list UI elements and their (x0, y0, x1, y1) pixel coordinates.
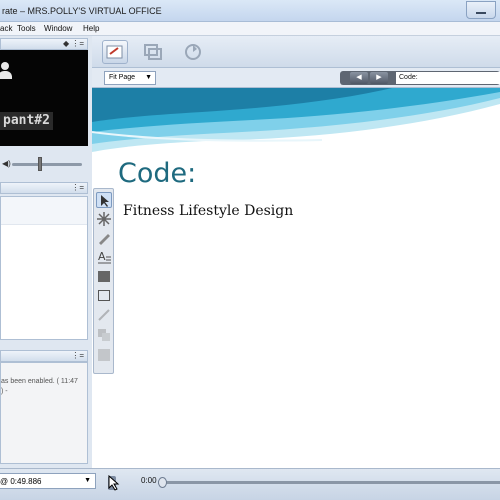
viewer-subbar: Fit Page ▼ ◀ ▶ Code: (92, 68, 500, 88)
text-icon: A (98, 250, 111, 264)
line-icon (98, 309, 110, 321)
line-tool-button[interactable] (96, 307, 112, 323)
mouse-cursor-icon (108, 474, 120, 494)
slide-wave-decoration (92, 88, 500, 152)
menu-item-playback[interactable]: ack (0, 24, 12, 33)
select-tool-button[interactable] (96, 192, 112, 208)
timeline-scrubber[interactable] (158, 477, 167, 488)
filled-rectangle-icon (98, 271, 110, 282)
chevron-down-icon: ▼ (84, 477, 91, 484)
page-title-field[interactable]: Code: (396, 72, 500, 84)
participant-video: pant#2 (0, 50, 88, 146)
svg-text:A: A (98, 250, 106, 263)
web-tour-button[interactable] (180, 40, 206, 64)
next-page-button[interactable]: ▶ (370, 72, 388, 84)
laser-pointer-icon (97, 212, 111, 226)
text-tool-button[interactable]: A (96, 249, 112, 265)
playback-timeline[interactable] (158, 477, 500, 488)
menu-item-window[interactable]: Window (44, 24, 72, 33)
laser-tool-button[interactable] (96, 211, 112, 227)
whiteboard-icon (106, 45, 123, 59)
app-share-button[interactable] (140, 40, 166, 64)
fit-page-select[interactable]: Fit Page ▼ (104, 71, 156, 85)
chat-panel-header: ⋮= (0, 350, 88, 362)
recording-select[interactable]: @ 0:49.886 ▼ (0, 473, 96, 489)
chat-message: as been enabled. ( 11:47 ) - (1, 378, 78, 395)
pointer-icon (101, 195, 109, 207)
whiteboard-button[interactable] (102, 40, 128, 64)
previous-page-button[interactable]: ◀ (350, 72, 368, 84)
participant-name: pant#2 (0, 112, 53, 130)
menu-item-tools[interactable]: Tools (17, 24, 36, 33)
elapsed-time: 0:00 (141, 476, 157, 485)
participant-avatar-icon (0, 62, 14, 80)
web-tour-icon (185, 44, 201, 60)
menu-item-help[interactable]: Help (83, 24, 99, 33)
minimize-button[interactable] (466, 1, 496, 19)
chevron-down-icon: ▼ (145, 74, 152, 81)
panel-options-icon[interactable]: ⋮= (71, 351, 84, 360)
slide-subtitle: Fitness Lifestyle Design (123, 203, 294, 219)
arrange-icon (98, 329, 110, 341)
minimize-icon (476, 12, 486, 14)
speaker-icon: ◀) (2, 159, 11, 168)
video-panel-header: ◆ ⋮= (0, 38, 88, 50)
panel-options-icon[interactable]: ⋮= (71, 183, 84, 192)
chat-history: as been enabled. ( 11:47 ) - (0, 362, 88, 464)
playback-bar: @ 0:49.886 ▼ 0:00 (0, 468, 500, 500)
menu-bar: ack Tools Window Help (0, 22, 500, 36)
pen-tool-button[interactable] (96, 230, 112, 246)
slide-canvas[interactable]: Code: Fitness Lifestyle Design (92, 88, 500, 468)
rectangle-tool-button[interactable] (96, 287, 112, 303)
window-title: rate – MRS.POLLY'S VIRTUAL OFFICE (2, 6, 162, 16)
page-navigation: ◀ ▶ Code: (340, 71, 500, 85)
window-titlebar: rate – MRS.POLLY'S VIRTUAL OFFICE (0, 0, 500, 22)
clear-tool-button[interactable] (96, 347, 112, 363)
app-share-icon (144, 44, 162, 60)
arrange-tool-button[interactable] (96, 327, 112, 343)
panel-options-icon[interactable]: ◆ ⋮= (63, 39, 84, 48)
volume-slider-thumb[interactable] (38, 157, 42, 171)
attendee-list[interactable] (0, 196, 88, 340)
rectangle-icon (98, 290, 110, 301)
attendee-panel-header: ⋮= (0, 182, 88, 194)
content-toolbar (92, 36, 500, 68)
volume-row: ◀) (0, 148, 88, 178)
pen-icon (99, 234, 110, 245)
volume-slider[interactable] (12, 163, 82, 166)
annotation-toolbar: A (93, 188, 114, 374)
clear-icon (98, 349, 110, 361)
shape-fill-tool-button[interactable] (96, 268, 112, 284)
list-item[interactable] (1, 197, 87, 225)
left-pane: ◆ ⋮= pant#2 ◀) ⋮= ⋮= as been enabled. ( … (0, 36, 92, 468)
slide-title: Code: (118, 158, 197, 189)
